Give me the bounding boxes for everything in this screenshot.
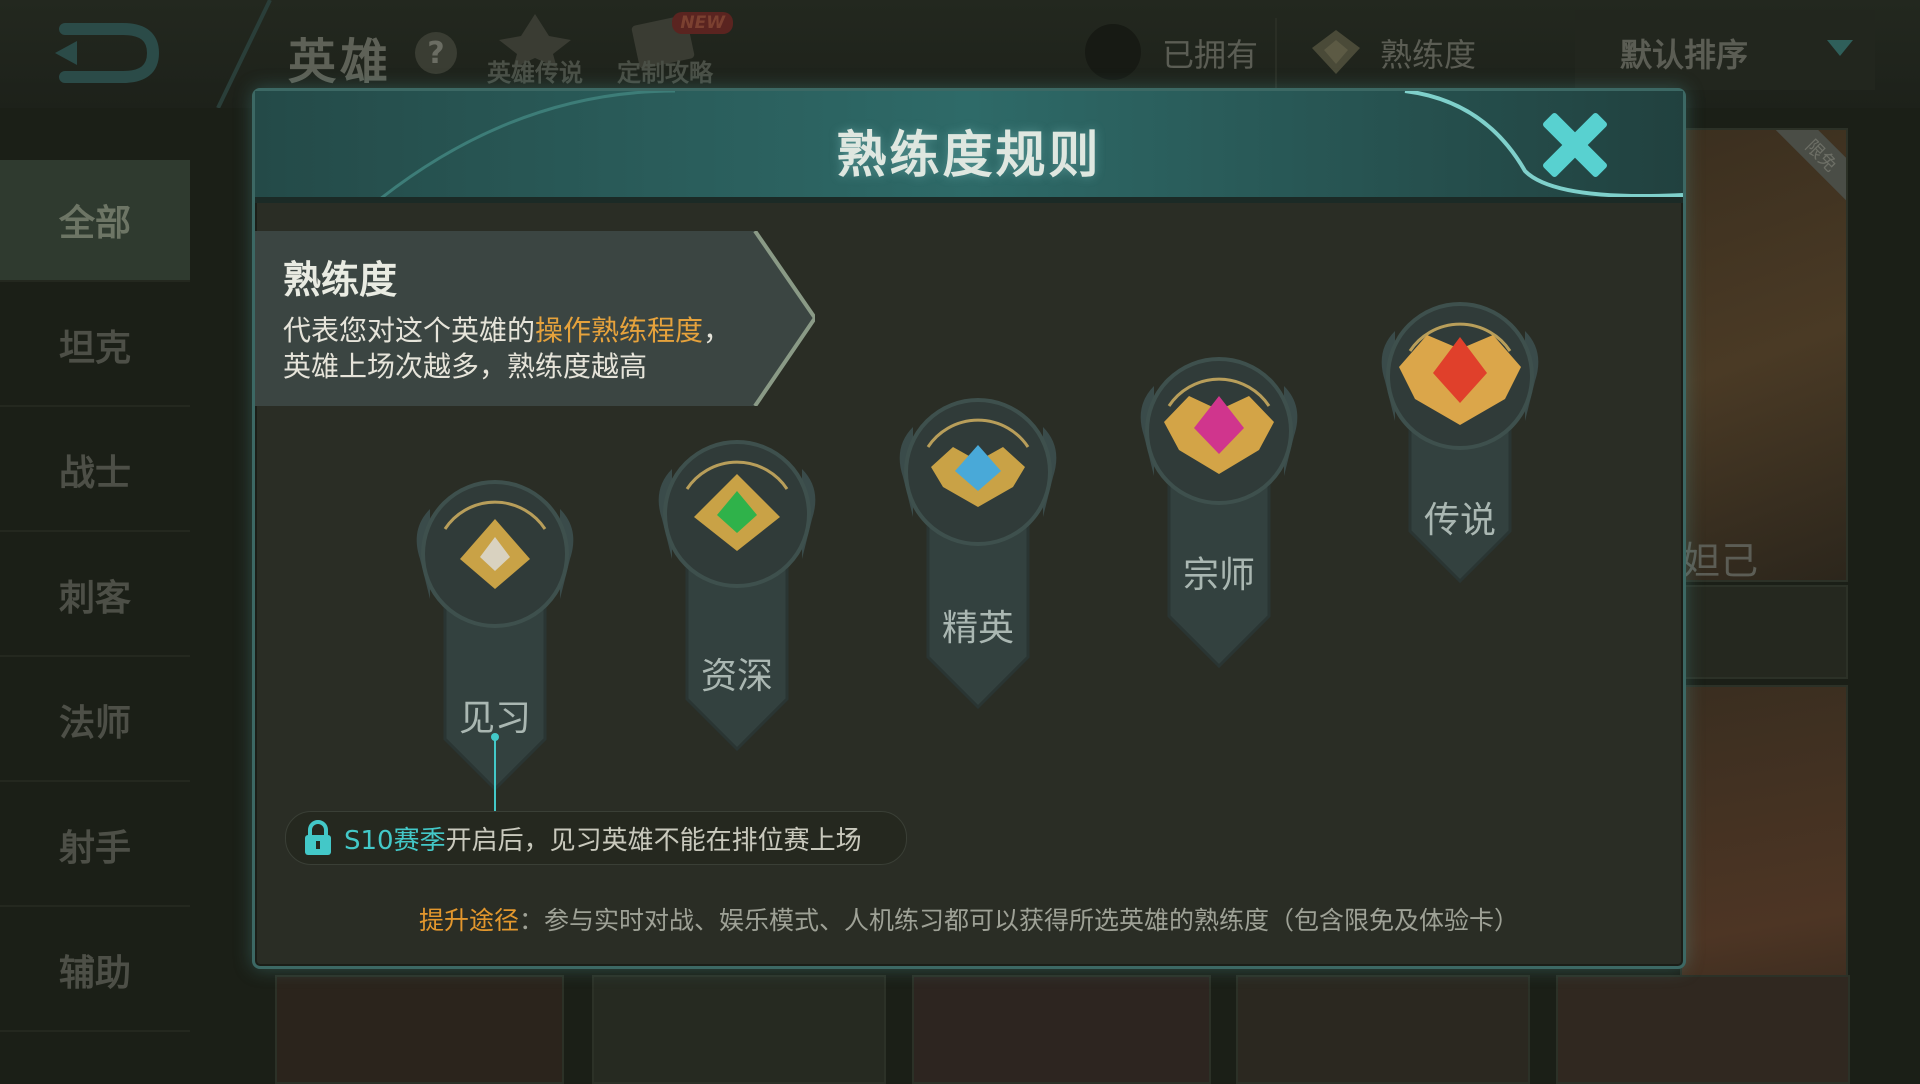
proficiency-rules-dialog: 熟练度规则 熟练度 代表您对这个英雄的操作熟练程度， 英雄上场次越多，熟练度越高… [252,88,1686,969]
hero-card[interactable] [275,975,564,1084]
tab-hero-legend[interactable]: 英雄传说 [475,10,595,90]
legend-badge-icon [1381,302,1539,584]
grandmaster-badge-icon [1140,357,1298,669]
hero-card-footer [1680,585,1848,679]
sidebar-item-warrior[interactable]: 战士 [0,410,190,532]
proficiency-filter-label: 熟练度 [1380,36,1477,74]
highlight-text: 操作熟练程度 [535,314,704,347]
tier-label: 资深 [700,656,773,697]
role-sidebar: 全部 坦克 战士 刺客 法师 射手 辅助 [0,160,190,1080]
lock-icon [305,820,331,855]
season-lock-note: S10赛季开启后，见习英雄不能在排位赛上场 [285,811,907,865]
hero-name: 妲己 [1682,539,1759,582]
sidebar-item-mage[interactable]: 法师 [0,660,190,782]
back-button[interactable] [40,18,170,88]
upgrade-path-note: 提升途径：参与实时对战、娱乐模式、人机练习都可以获得所选英雄的熟练度（包含限免及… [418,906,1520,935]
sort-dropdown[interactable]: 默认排序 [1575,10,1875,90]
tier-badge-elite: 精英 [873,387,1083,717]
hero-card[interactable] [592,975,886,1084]
hero-card[interactable] [1236,975,1530,1084]
dialog-title: 熟练度规则 [836,126,1102,184]
sidebar-item-marksman[interactable]: 射手 [0,785,190,907]
tier-label: 宗师 [1182,555,1255,596]
divider [1275,18,1277,88]
tier-label: 精英 [941,608,1014,649]
senior-badge-icon [658,440,816,752]
upgrade-path-label: 提升途径 [418,906,519,935]
close-icon[interactable] [1533,103,1617,187]
back-arrow-icon [55,23,160,83]
proficiency-filter-icon[interactable] [1310,28,1362,76]
tier-badge-grandmaster: 宗师 [1114,346,1324,676]
season-text: S10赛季 [344,825,446,856]
help-button[interactable]: ? [415,32,457,74]
hero-card[interactable] [1556,975,1850,1084]
owned-filter-radio[interactable] [1085,24,1141,80]
owned-filter-label: 已拥有 [1162,36,1259,74]
sidebar-item-tank[interactable]: 坦克 [0,285,190,407]
connector-line [491,733,499,815]
info-description: 代表您对这个英雄的操作熟练程度， 英雄上场次越多，熟练度越高 [283,314,732,383]
tier-badge-legend: 传说 [1355,291,1565,621]
hero-card[interactable] [912,975,1211,1084]
chevron-down-icon [1827,40,1853,56]
hero-card[interactable]: 限免 妲己 [1680,128,1848,582]
free-tag: 限免 [1774,130,1846,203]
elite-badge-icon [899,398,1057,710]
tier-badge-senior: 资深 [632,429,842,759]
sidebar-item-all[interactable]: 全部 [0,160,190,282]
tab-custom-guide[interactable]: 定制攻略 NEW [605,10,733,90]
page-title: 英雄 [288,34,393,90]
sidebar-item-assassin[interactable]: 刺客 [0,535,190,657]
info-heading: 熟练度 [283,258,398,302]
tier-label: 传说 [1423,500,1496,541]
sidebar-item-support[interactable]: 辅助 [0,910,190,1032]
new-badge: NEW [672,12,733,34]
